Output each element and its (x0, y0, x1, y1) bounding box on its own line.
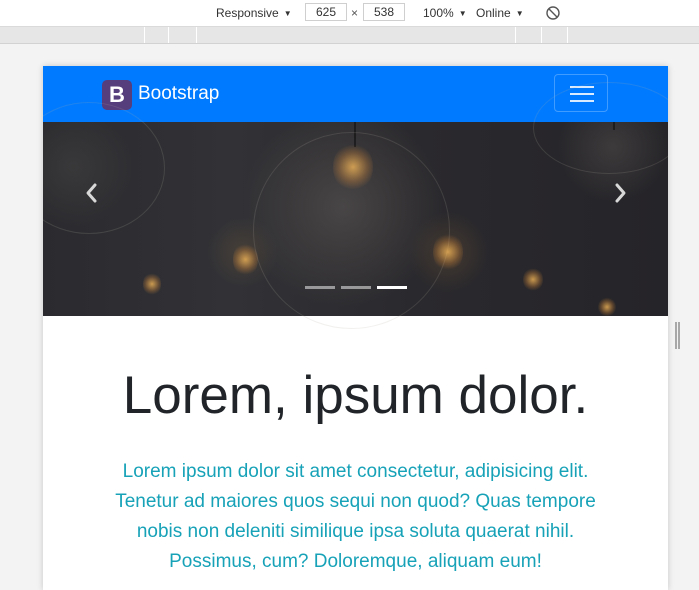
ruler-segment (196, 27, 197, 43)
zoom-select[interactable]: 100% ▼ (423, 6, 467, 20)
dimension-separator: × (351, 6, 359, 20)
hero-title: Lorem, ipsum dolor. (122, 366, 589, 425)
hero-lead: Lorem ipsum dolor sit amet consectetur, … (103, 457, 608, 577)
network-throttle-select[interactable]: Online ▼ (476, 6, 524, 20)
hero-lead-line: Tenetur ad maiores quos sequi non quod? … (115, 491, 596, 512)
carousel-indicator-active[interactable] (377, 286, 407, 289)
width-input[interactable]: 625 (305, 3, 347, 21)
ruler-segment (541, 27, 542, 43)
navbar-brand[interactable]: Bootstrap (138, 83, 219, 105)
rotate-icon[interactable] (545, 5, 561, 21)
ruler-segment (515, 27, 516, 43)
caret-down-icon: ▼ (515, 9, 524, 18)
hero-lead-line: nobis non deleniti similique ipsa soluta… (136, 521, 575, 542)
device-viewport: B Bootstrap Lorem, ipsum dolor. Lorem ip… (43, 66, 668, 590)
media-query-bar[interactable] (0, 27, 699, 44)
caret-down-icon: ▼ (283, 9, 292, 18)
device-select[interactable]: Responsive ▼ (216, 6, 292, 20)
zoom-select-label: 100% (423, 6, 454, 20)
chevron-left-icon[interactable] (81, 179, 101, 207)
ruler-segment (144, 27, 145, 43)
viewport-resize-handle[interactable] (675, 322, 680, 349)
network-select-label: Online (476, 6, 511, 20)
ruler-segment (567, 27, 568, 43)
ruler-segment (168, 27, 169, 43)
carousel-indicator[interactable] (341, 286, 371, 289)
device-toolbar: Responsive ▼ 625 × 538 100% ▼ Online ▼ (0, 0, 699, 27)
hero-lead-line: Possimus, cum? Doloremque, aliquam eum! (169, 551, 542, 572)
caret-down-icon: ▼ (458, 9, 467, 18)
carousel (43, 82, 668, 329)
height-input[interactable]: 538 (363, 3, 405, 21)
hero-lead-line: Lorem ipsum dolor sit amet consectetur, … (122, 461, 589, 482)
device-select-label: Responsive (216, 6, 279, 20)
carousel-indicator[interactable] (305, 286, 335, 289)
chevron-right-icon[interactable] (611, 179, 631, 207)
